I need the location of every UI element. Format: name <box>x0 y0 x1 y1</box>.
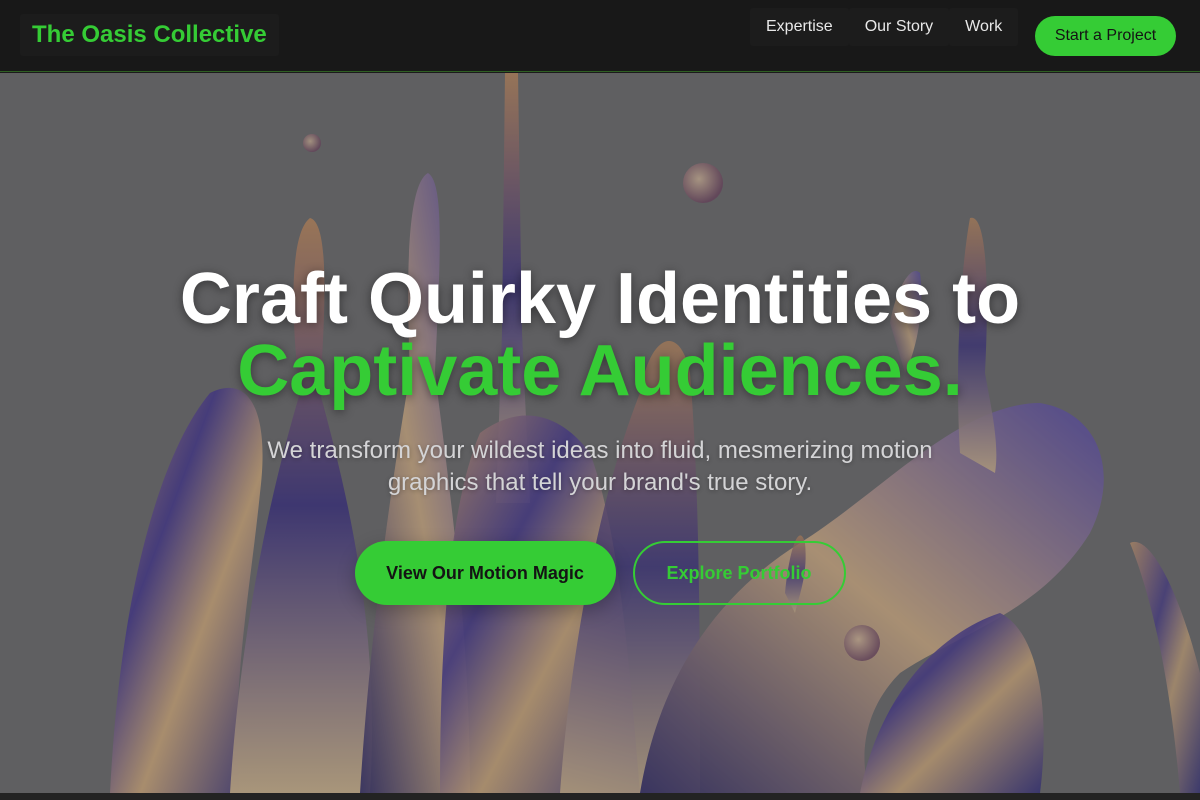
hero-headline: Craft Quirky Identities to Captivate Aud… <box>0 263 1200 407</box>
start-project-button[interactable]: Start a Project <box>1035 16 1176 56</box>
hero-actions: View Our Motion Magic Explore Portfolio <box>0 541 1200 605</box>
top-navbar: The Oasis Collective Expertise Our Story… <box>0 0 1200 72</box>
hero-content: Craft Quirky Identities to Captivate Aud… <box>0 263 1200 605</box>
headline-line-2-accent: Captivate Audiences. <box>237 331 963 411</box>
nav-link-expertise[interactable]: Expertise <box>750 8 849 46</box>
view-motion-magic-button[interactable]: View Our Motion Magic <box>354 541 616 605</box>
nav-link-work[interactable]: Work <box>949 8 1019 46</box>
nav-link-our-story[interactable]: Our Story <box>848 8 950 46</box>
page-bottom-edge <box>0 793 1200 800</box>
brand-logo-link[interactable]: The Oasis Collective <box>20 14 279 56</box>
nav-links: Expertise Our Story Work <box>750 8 1019 46</box>
hero-section: Craft Quirky Identities to Captivate Aud… <box>0 73 1200 793</box>
hero-subheadline: We transform your wildest ideas into flu… <box>267 437 933 496</box>
headline-line-1: Craft Quirky Identities to <box>179 259 1021 339</box>
explore-portfolio-button[interactable]: Explore Portfolio <box>632 541 846 605</box>
